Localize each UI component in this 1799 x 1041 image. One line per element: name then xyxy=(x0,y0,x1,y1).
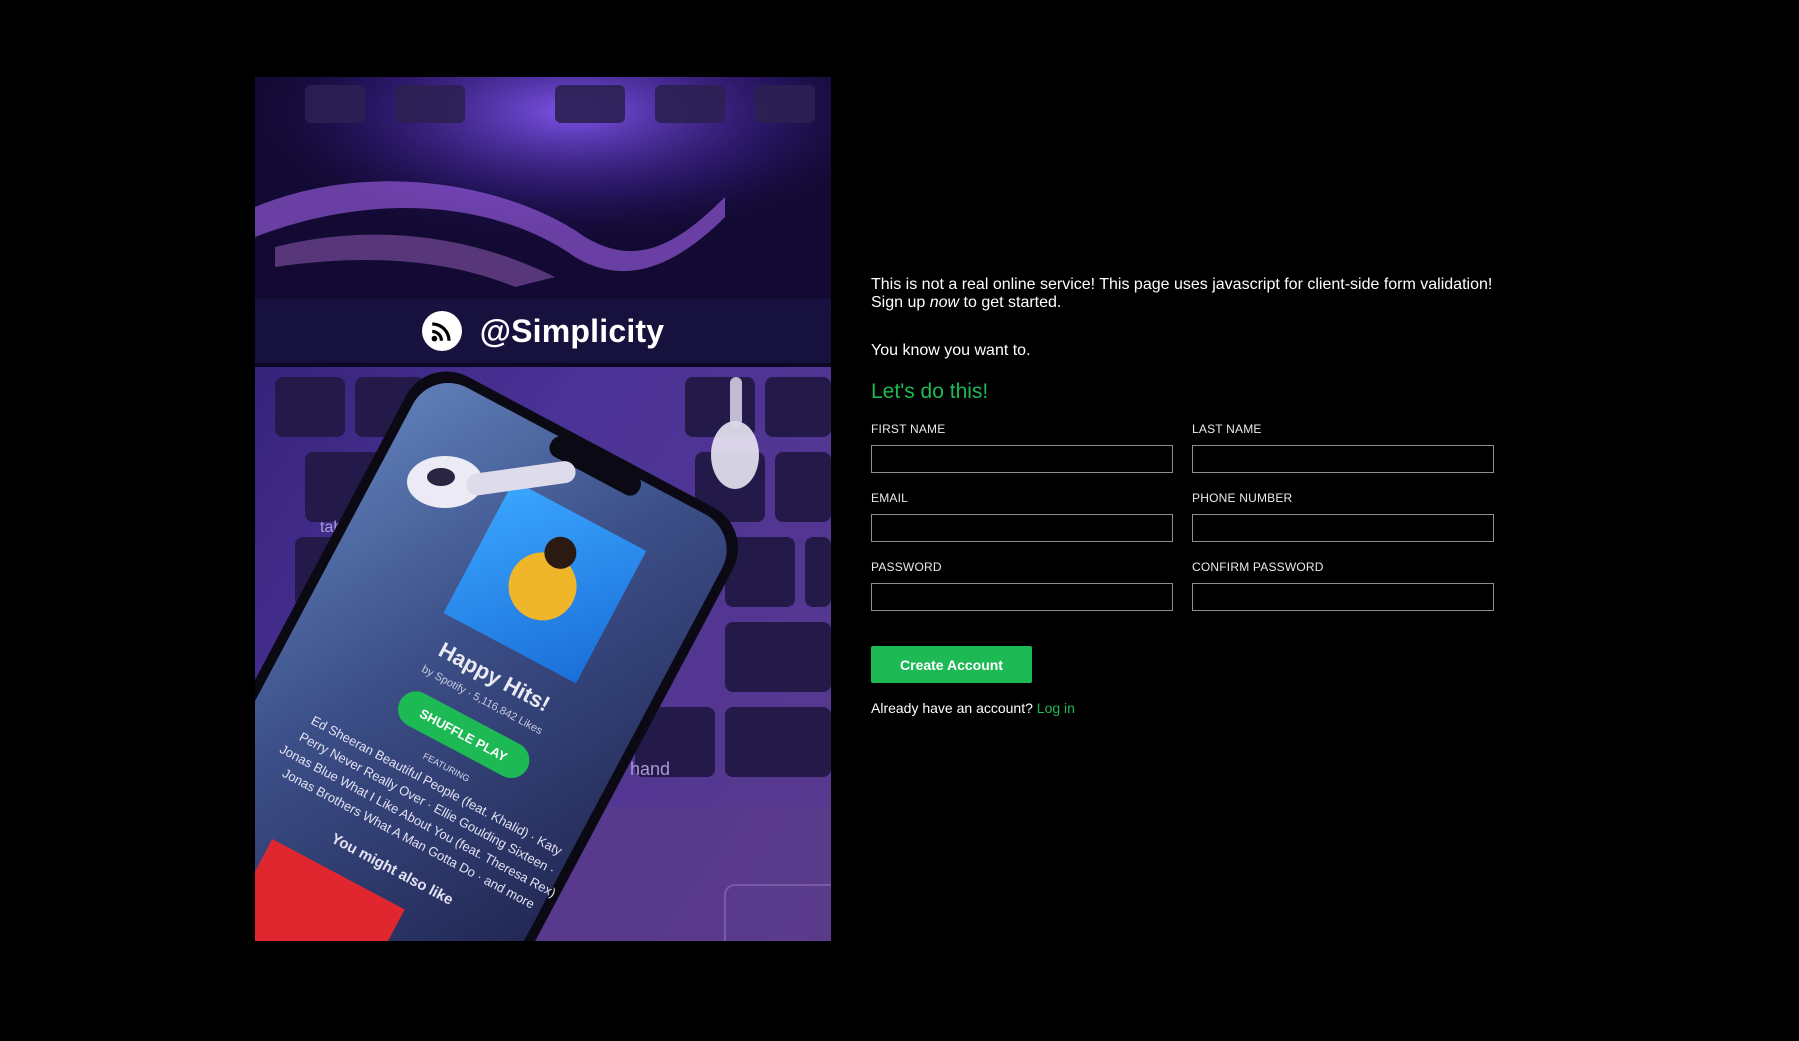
login-prompt: Already have an account? Log in xyxy=(871,700,1495,716)
password-input[interactable] xyxy=(871,583,1173,611)
phone-label: PHONE NUMBER xyxy=(1192,491,1293,505)
password-group: PASSWORD xyxy=(871,560,1173,611)
first-name-input[interactable] xyxy=(871,445,1173,473)
form-grid: FIRST NAME LAST NAME EMAIL PHONE NUMBER … xyxy=(871,422,1495,611)
signup-content: This is not a real online service! This … xyxy=(871,276,1495,716)
signup-form: FIRST NAME LAST NAME EMAIL PHONE NUMBER … xyxy=(871,422,1495,683)
confirm-password-label: CONFIRM PASSWORD xyxy=(1192,560,1324,574)
last-name-label: LAST NAME xyxy=(1192,422,1262,436)
hero-image: tab hand Happy Hits! by Spotify · 5,116,… xyxy=(255,77,831,941)
email-input[interactable] xyxy=(871,514,1173,542)
rss-feed-icon xyxy=(421,311,462,351)
signup-page: tab hand Happy Hits! by Spotify · 5,116,… xyxy=(0,0,1799,1041)
email-group: EMAIL xyxy=(871,491,1173,542)
email-label: EMAIL xyxy=(871,491,909,505)
brand-banner: @Simplicity xyxy=(255,299,831,363)
last-name-input[interactable] xyxy=(1192,445,1494,473)
brand-name: @Simplicity xyxy=(479,312,665,349)
login-link[interactable]: Log in xyxy=(1037,700,1075,716)
intro-secondary: You know you want to. xyxy=(871,342,1031,359)
confirm-password-group: CONFIRM PASSWORD xyxy=(1192,560,1494,611)
first-name-group: FIRST NAME xyxy=(871,422,1173,473)
first-name-label: FIRST NAME xyxy=(871,422,946,436)
form-heading: Let's do this! xyxy=(871,380,989,403)
confirm-password-input[interactable] xyxy=(1192,583,1494,611)
key-label-hand: hand xyxy=(630,759,670,779)
intro-line-1: This is not a real online service! This … xyxy=(871,276,1493,293)
login-prompt-text: Already have an account? xyxy=(871,700,1033,716)
phone-with-music-app-on-keyboard-image: tab hand Happy Hits! by Spotify · 5,116,… xyxy=(255,77,831,941)
password-label: PASSWORD xyxy=(871,560,942,574)
create-account-button[interactable]: Create Account xyxy=(871,646,1032,683)
intro-line-2-after: to get started. xyxy=(959,294,1062,311)
last-name-group: LAST NAME xyxy=(1192,422,1494,473)
intro-text: This is not a real online service! This … xyxy=(871,276,1495,312)
intro-line-2-before: Sign up xyxy=(871,294,930,311)
intro-emphasis: now xyxy=(929,294,960,311)
phone-input[interactable] xyxy=(1192,514,1494,542)
phone-group: PHONE NUMBER xyxy=(1192,491,1494,542)
